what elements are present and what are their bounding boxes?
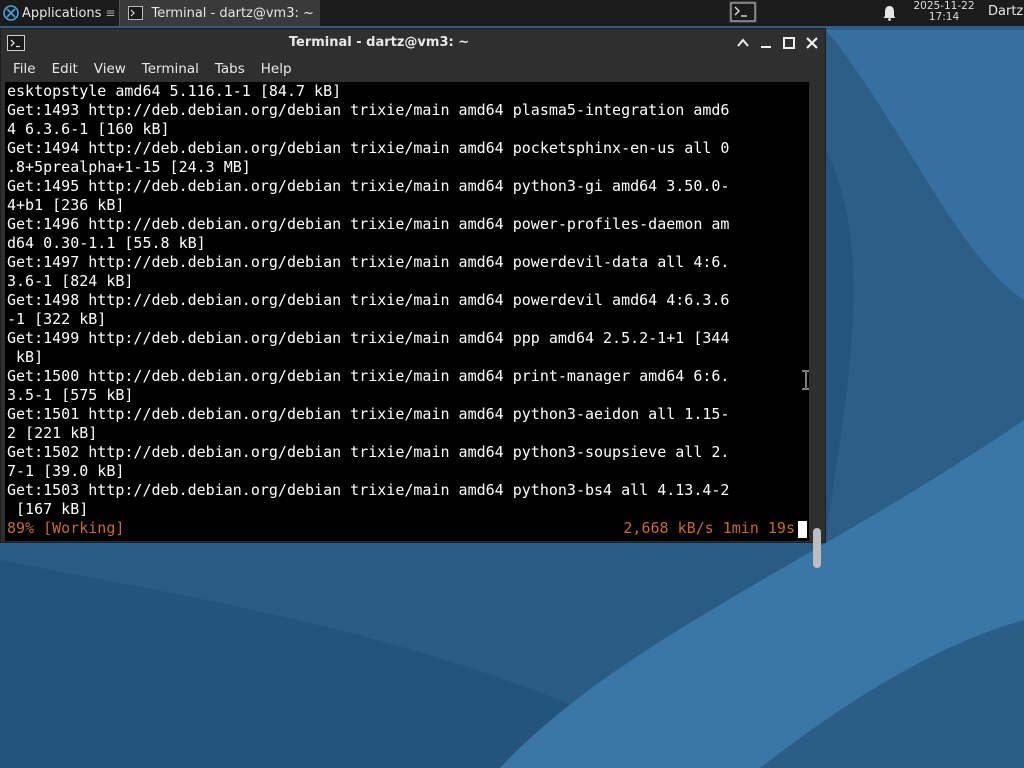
terminal-line: Get:1499 http://deb.debian.org/debian tr… (7, 329, 730, 347)
menu-file[interactable]: File (5, 61, 44, 77)
terminal-line: Get:1497 http://deb.debian.org/debian tr… (7, 253, 730, 271)
shade-up-icon[interactable] (735, 35, 751, 51)
terminal-line: 3.6-1 [824 kB] (7, 272, 134, 290)
menu-terminal[interactable]: Terminal (134, 61, 207, 77)
panel-clock[interactable]: 2025-11-22 17:14 (906, 1, 982, 23)
xfce-logo-icon (3, 5, 19, 21)
terminal-line: Get:1501 http://deb.debian.org/debian tr… (7, 405, 730, 423)
notification-bell-icon[interactable] (882, 5, 897, 21)
terminal-line: Get:1494 http://deb.debian.org/debian tr… (7, 139, 730, 157)
window-titlebar[interactable]: Terminal - dartz@vm3: ~ (1, 29, 825, 57)
user-menu[interactable]: Dartz (988, 4, 1023, 19)
terminal-line: Get:1498 http://deb.debian.org/debian tr… (7, 291, 730, 309)
top-panel: Applications ≡ Terminal - dartz@vm3: ~ 2… (0, 0, 1024, 26)
terminal-app-icon (128, 6, 144, 20)
terminal-line: kB] (7, 348, 44, 366)
terminal-line: Get:1502 http://deb.debian.org/debian tr… (7, 443, 730, 461)
download-rate: 2,668 kB/s 1min 19s (623, 519, 795, 537)
terminal-line: 4+b1 [236 kB] (7, 196, 125, 214)
terminal-line: Get:1496 http://deb.debian.org/debian tr… (7, 215, 730, 233)
terminal-line: 4 6.3.6-1 [160 kB] (7, 120, 170, 138)
menu-help[interactable]: Help (253, 61, 300, 77)
terminal-line: 3.5-1 [575 kB] (7, 386, 134, 404)
menu-edit[interactable]: Edit (44, 61, 86, 77)
progress-status: 89% [Working] (7, 519, 125, 537)
terminal-cursor (798, 521, 807, 538)
minimize-icon[interactable] (758, 35, 774, 51)
clock-time: 17:14 (928, 11, 960, 23)
terminal-line: 7-1 [39.0 kB] (7, 462, 125, 480)
terminal-line: Get:1493 http://deb.debian.org/debian tr… (7, 101, 730, 119)
terminal-text: esktopstyle amd64 5.116.1-1 [84.7 kB] Ge… (5, 82, 809, 519)
terminal-line: esktopstyle amd64 5.116.1-1 [84.7 kB] (7, 82, 342, 100)
terminal-line: [167 kB] (7, 500, 89, 518)
terminal-line: .8+5prealpha+1-15 [24.3 MB] (7, 158, 251, 176)
terminal-window: Terminal - dartz@vm3: ~ File Edit View T… (0, 28, 826, 568)
terminal-line: 2 [221 kB] (7, 424, 98, 442)
terminal-line: Get:1503 http://deb.debian.org/debian tr… (7, 481, 730, 499)
taskbar-item-label: Terminal - dartz@vm3: ~ (151, 5, 314, 21)
menu-view[interactable]: View (86, 61, 134, 77)
window-title: Terminal - dartz@vm3: ~ (288, 35, 470, 50)
maximize-icon[interactable] (781, 35, 797, 51)
apt-progress-line: 89% [Working] 2,668 kB/s 1min 19s (7, 519, 807, 538)
scrollbar-thumb[interactable] (813, 528, 821, 568)
terminal-launcher-icon[interactable] (729, 1, 757, 23)
menu-tabs[interactable]: Tabs (207, 61, 253, 77)
close-icon[interactable] (804, 35, 820, 51)
taskbar-item-terminal[interactable]: Terminal - dartz@vm3: ~ (119, 0, 320, 26)
menu-bar: File Edit View Terminal Tabs Help (1, 57, 825, 81)
terminal-line: d64 0.30-1.1 [55.8 kB] (7, 234, 206, 252)
terminal-scrollbar[interactable] (809, 82, 825, 568)
text-cursor-icon (802, 370, 809, 390)
terminal-line: Get:1500 http://deb.debian.org/debian tr… (7, 367, 730, 385)
terminal-line: Get:1495 http://deb.debian.org/debian tr… (7, 177, 730, 195)
terminal-output[interactable]: esktopstyle amd64 5.116.1-1 [84.7 kB] Ge… (5, 82, 809, 541)
terminal-line: -1 [322 kB] (7, 310, 107, 328)
applications-separator: ≡ (105, 6, 116, 20)
applications-label: Applications (22, 5, 102, 21)
applications-menu-button[interactable]: Applications ≡ (0, 0, 119, 26)
